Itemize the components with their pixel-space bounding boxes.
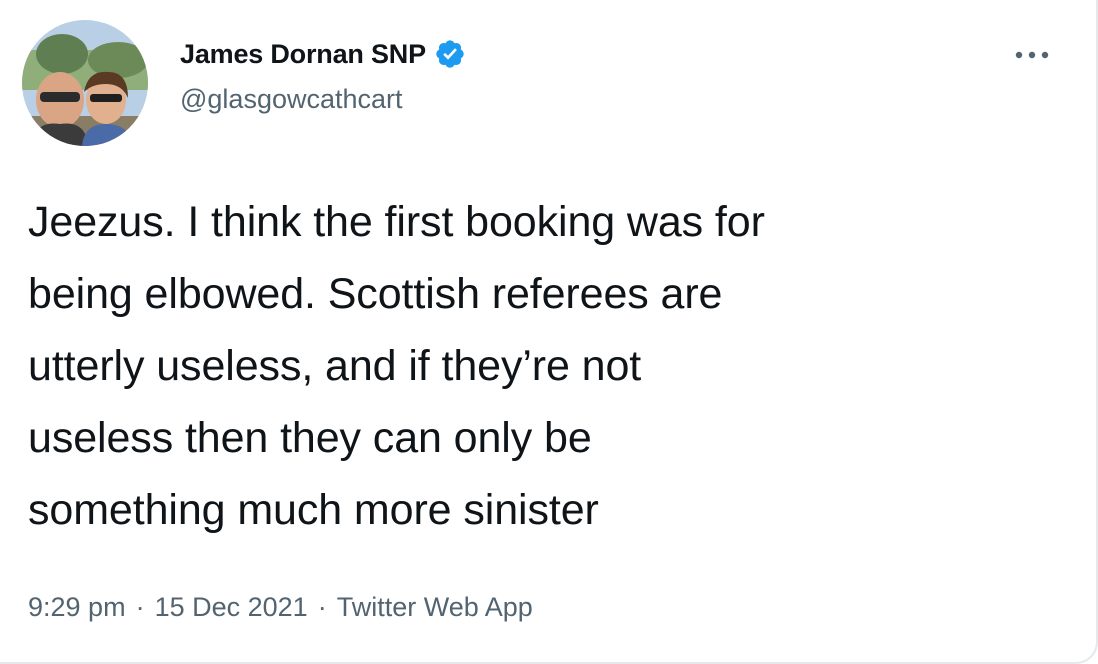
tweet-text-line: utterly useless, and if they’re not — [28, 342, 642, 390]
separator-dot: · — [135, 592, 145, 622]
more-options-button[interactable] — [1008, 40, 1056, 70]
author-handle[interactable]: @glasgowcathcart — [180, 84, 403, 115]
tweet-text-line: something much more sinister — [28, 486, 599, 534]
tweet-source[interactable]: Twitter Web App — [337, 592, 533, 623]
author-name-row: James Dornan SNP — [180, 34, 466, 74]
tweet-text-line: useless then they can only be — [28, 414, 592, 462]
tweet-text-line: being elbowed. Scottish referees are — [28, 270, 723, 318]
author-display-name[interactable]: James Dornan SNP — [180, 39, 426, 70]
more-options-icon — [1015, 51, 1049, 59]
separator-dot: · — [317, 592, 327, 622]
tweet-text-line: Jeezus. I think the first booking was fo… — [28, 198, 765, 246]
tweet-date[interactable]: 15 Dec 2021 — [155, 592, 308, 623]
tweet-metadata: 9:29 pm · 15 Dec 2021 · Twitter Web App — [28, 592, 533, 623]
verified-badge-icon — [434, 38, 466, 70]
tweet-time[interactable]: 9:29 pm — [28, 592, 126, 623]
tweet-text: Jeezus. I think the first booking was fo… — [28, 186, 1078, 546]
avatar[interactable] — [22, 20, 148, 146]
tweet-card: James Dornan SNP @glasgowcathcart Jeezus… — [0, 0, 1098, 664]
